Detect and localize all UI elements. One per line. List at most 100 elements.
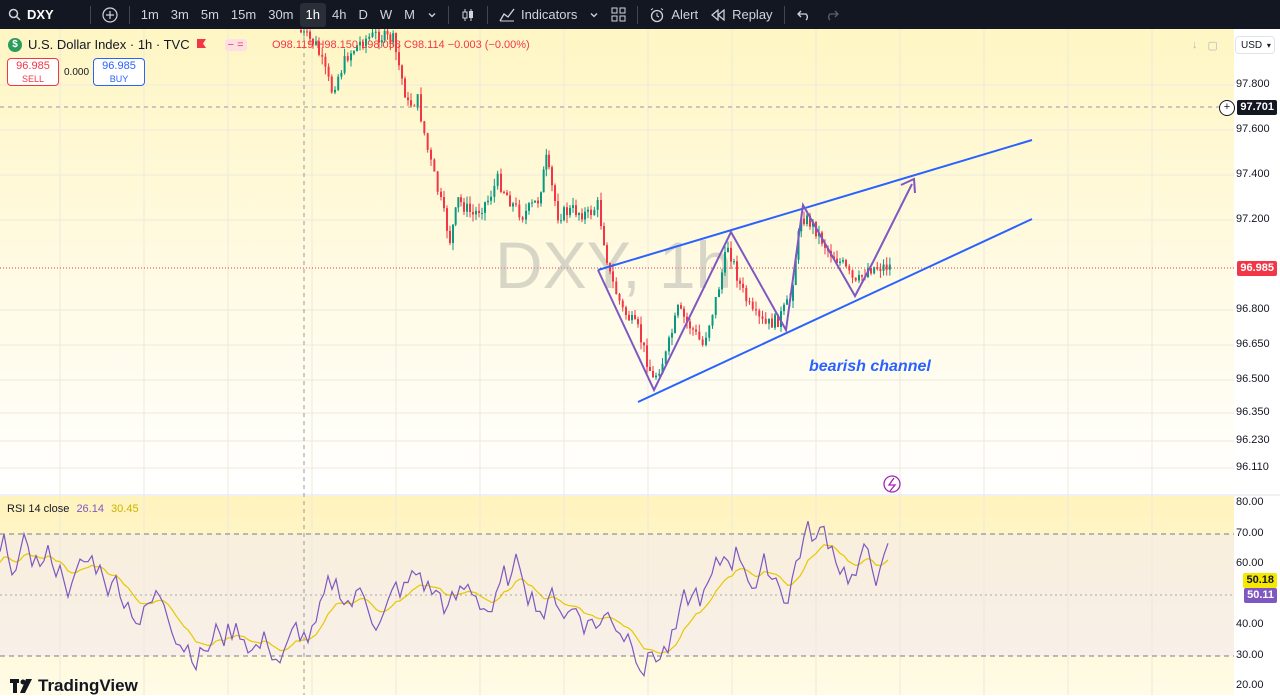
candle-body	[692, 328, 694, 330]
symbol-label: DXY	[27, 7, 54, 22]
timeframe-30m[interactable]: 30m	[262, 0, 299, 29]
divider	[637, 5, 639, 24]
rsi-legend[interactable]: RSI 14 close 26.14 30.45	[7, 503, 139, 515]
flag-icon[interactable]	[196, 37, 207, 52]
add-alert-icon[interactable]: +	[1219, 100, 1235, 116]
rsi-axis-label: 20.00	[1236, 679, 1264, 691]
timeframe-3m[interactable]: 3m	[165, 0, 195, 29]
candle-body	[371, 32, 374, 37]
rsi-axis-label: 70.00	[1236, 527, 1264, 539]
timeframe-5m[interactable]: 5m	[195, 0, 225, 29]
indicators-label: Indicators	[520, 7, 578, 22]
timeframe-m[interactable]: M	[398, 0, 421, 29]
candle-body	[330, 76, 333, 93]
lightning-icon[interactable]	[883, 475, 901, 493]
legend-toggle-button[interactable]: − =	[224, 38, 247, 51]
buy-button[interactable]: 96.985 BUY	[93, 58, 145, 86]
timeframe-d[interactable]: D	[352, 0, 373, 29]
sell-label: SELL	[21, 74, 45, 84]
candle-body	[683, 308, 685, 317]
tradingview-icon	[10, 679, 32, 693]
candle-body	[475, 210, 477, 215]
indicators-dropdown-button[interactable]	[583, 0, 605, 29]
candle-body	[677, 305, 679, 316]
candle-body	[506, 192, 508, 196]
timeframe-1m[interactable]: 1m	[135, 0, 165, 29]
replay-button[interactable]: Replay	[704, 0, 778, 29]
candle-body	[621, 300, 624, 308]
plus-circle-icon	[102, 6, 118, 23]
candle-body	[727, 247, 729, 252]
candle-body	[631, 315, 633, 321]
rsi-axis-label: 40.00	[1236, 618, 1264, 630]
candle-body	[612, 271, 614, 282]
price-axis-label: 96.110	[1236, 461, 1269, 473]
candle-body	[531, 202, 533, 204]
candle-body	[512, 203, 514, 207]
candle-body	[695, 329, 697, 332]
symbol-title[interactable]: U.S. Dollar Index · 1h · TVC	[28, 37, 190, 52]
candle-body	[755, 309, 757, 311]
rsi-axis-label: 60.00	[1236, 557, 1264, 569]
timeframe-1h[interactable]: 1h	[299, 2, 326, 27]
candle-body	[733, 261, 735, 263]
price-axis-label: 96.500	[1236, 373, 1270, 385]
candle-body	[637, 319, 639, 325]
candle-body	[463, 202, 465, 212]
chevron-down-icon: ▾	[1266, 41, 1271, 50]
symbol-search-button[interactable]: DXY	[0, 0, 60, 29]
candle-body	[540, 192, 542, 204]
candle-body	[350, 53, 352, 61]
candle-body	[705, 337, 707, 345]
sell-button[interactable]: 96.985 SELL	[7, 58, 59, 86]
timeframe-w[interactable]: W	[374, 0, 398, 29]
candle-body	[689, 321, 691, 329]
redo-button[interactable]	[818, 0, 846, 29]
layouts-button[interactable]	[605, 0, 632, 29]
currency-button[interactable]: USD ▾	[1235, 36, 1275, 54]
candle-body	[528, 203, 530, 211]
arrow-down-icon[interactable]: ↓	[1192, 39, 1198, 52]
divider	[89, 5, 91, 24]
candle-body	[736, 261, 738, 281]
candle-body	[449, 230, 451, 244]
sell-price: 96.985	[16, 60, 50, 72]
candle-body	[578, 213, 580, 216]
candle-body	[649, 366, 651, 371]
alert-button[interactable]: Alert	[643, 0, 704, 29]
candle-body	[701, 339, 704, 345]
timeframe-4h[interactable]: 4h	[326, 0, 352, 29]
candle-body	[714, 296, 717, 315]
price-axis-label: 97.800	[1236, 78, 1270, 90]
divider	[486, 5, 488, 24]
chart-type-button[interactable]	[454, 0, 482, 29]
candle-body	[430, 149, 432, 160]
price-axis-label: 97.600	[1236, 123, 1270, 135]
candle-body	[423, 121, 426, 134]
timeframe-dropdown-button[interactable]	[421, 0, 443, 29]
fullscreen-icon[interactable]: ▢	[1208, 39, 1218, 52]
candle-body	[337, 76, 340, 90]
candle-body	[436, 171, 439, 192]
alarm-clock-icon	[649, 7, 665, 23]
candle-body	[551, 167, 553, 186]
candle-body	[858, 275, 860, 281]
candle-body	[625, 307, 627, 315]
currency-label: USD	[1241, 40, 1263, 51]
tradingview-logo[interactable]: TradingView	[10, 676, 138, 696]
candle-body	[493, 185, 496, 197]
candle-body	[398, 52, 400, 66]
compare-symbol-button[interactable]	[96, 0, 124, 29]
candle-body	[309, 31, 311, 39]
candle-body	[563, 207, 565, 221]
undo-button[interactable]	[790, 0, 818, 29]
divider	[447, 5, 449, 24]
candle-body	[306, 31, 308, 33]
timeframe-15m[interactable]: 15m	[225, 0, 262, 29]
candle-body	[343, 56, 346, 73]
indicators-button[interactable]: Indicators	[493, 0, 583, 29]
price-axis-label: 96.350	[1236, 406, 1270, 418]
spread-value: 0.000	[64, 67, 90, 78]
candle-body	[416, 94, 419, 107]
price-chart[interactable]: DXY, 1h bearish channel	[0, 29, 1280, 695]
